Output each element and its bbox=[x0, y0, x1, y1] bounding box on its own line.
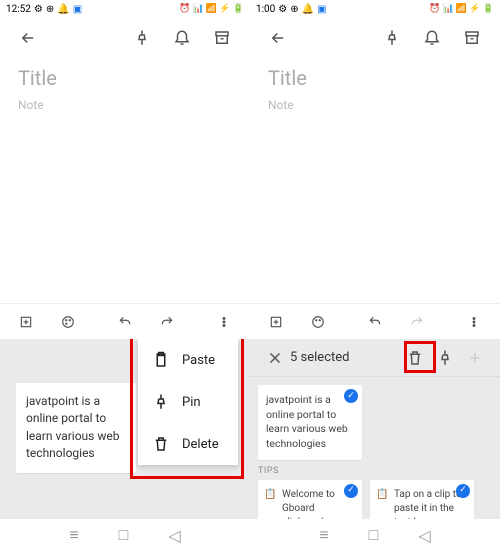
close-icon[interactable] bbox=[260, 343, 290, 373]
clipboard-panel: javatpoint is a online portal to learn v… bbox=[0, 339, 250, 519]
globe-icon: ⊕ bbox=[290, 4, 298, 15]
nav-recent-icon[interactable]: ≡ bbox=[69, 525, 78, 545]
check-icon: ✓ bbox=[344, 484, 358, 498]
gear-icon: ⚙ bbox=[34, 4, 43, 15]
title-input[interactable]: Title bbox=[18, 66, 232, 90]
bell-icon: 🔔 bbox=[302, 4, 314, 15]
status-icons: ⏰ 📊 📶 ⚡ 🔋 bbox=[429, 4, 494, 14]
status-icons: ⏰ 📊 📶 ⚡ 🔋 bbox=[179, 4, 244, 14]
nav-home-icon[interactable]: □ bbox=[369, 525, 379, 545]
globe-icon: ⊕ bbox=[46, 4, 54, 15]
tips-label: TIPS bbox=[258, 466, 492, 476]
archive-icon[interactable] bbox=[206, 22, 238, 54]
note-editor[interactable]: Title Note bbox=[250, 58, 500, 112]
redo-icon bbox=[401, 306, 433, 338]
reminder-icon[interactable] bbox=[416, 22, 448, 54]
nav-back-icon[interactable]: ◁ bbox=[168, 526, 180, 545]
undo-icon[interactable] bbox=[109, 306, 141, 338]
clock: 1:00 bbox=[256, 4, 275, 15]
app-icon: ▣ bbox=[317, 4, 326, 15]
undo-icon[interactable] bbox=[359, 306, 391, 338]
add-clip-icon bbox=[460, 343, 490, 373]
note-input[interactable]: Note bbox=[268, 98, 482, 112]
palette-icon[interactable] bbox=[52, 306, 84, 338]
archive-icon[interactable] bbox=[456, 22, 488, 54]
title-input[interactable]: Title bbox=[268, 66, 482, 90]
check-icon: ✓ bbox=[344, 389, 358, 403]
menu-pin[interactable]: Pin bbox=[138, 381, 238, 423]
editor-bottom-bar bbox=[0, 303, 250, 339]
status-bar: 1:00 ⚙ ⊕ 🔔 ▣ ⏰ 📊 📶 ⚡ 🔋 bbox=[250, 0, 500, 18]
pin-icon[interactable] bbox=[126, 22, 158, 54]
clipboard-icon: 📋 bbox=[376, 488, 390, 502]
bell-icon: 🔔 bbox=[57, 4, 69, 15]
gear-icon: ⚙ bbox=[278, 4, 287, 15]
clipboard-panel: 5 selected javatpoint is a online portal… bbox=[250, 339, 500, 519]
nav-recent-icon[interactable]: ≡ bbox=[319, 525, 328, 545]
tip-item[interactable]: 📋 Welcome to Gboard clipboard, any text … bbox=[258, 480, 362, 519]
note-toolbar bbox=[250, 18, 500, 58]
more-icon[interactable] bbox=[208, 306, 240, 338]
app-icon: ▣ bbox=[73, 4, 82, 15]
screen-left: 12:52 ⚙ ⊕ 🔔 ▣ ⏰ 📊 📶 ⚡ 🔋 Title Note javat… bbox=[0, 0, 250, 551]
menu-paste[interactable]: Paste bbox=[138, 339, 238, 381]
nav-back-icon[interactable]: ◁ bbox=[418, 526, 430, 545]
pin-icon[interactable] bbox=[376, 22, 408, 54]
note-toolbar bbox=[0, 18, 250, 58]
redo-icon[interactable] bbox=[151, 306, 183, 338]
status-bar: 12:52 ⚙ ⊕ 🔔 ▣ ⏰ 📊 📶 ⚡ 🔋 bbox=[0, 0, 250, 18]
note-editor[interactable]: Title Note bbox=[0, 58, 250, 112]
context-menu: Paste Pin Delete bbox=[138, 339, 238, 465]
clipboard-item[interactable]: javatpoint is a online portal to learn v… bbox=[16, 383, 136, 473]
nav-home-icon[interactable]: □ bbox=[119, 525, 129, 545]
selection-bar: 5 selected bbox=[250, 339, 500, 377]
palette-icon[interactable] bbox=[302, 306, 334, 338]
menu-delete[interactable]: Delete bbox=[138, 423, 238, 465]
clipboard-icon: 📋 bbox=[264, 488, 278, 502]
tip-item[interactable]: 📋 Tap on a clip to paste it in the text … bbox=[370, 480, 474, 519]
nav-bar: ≡ □ ◁ bbox=[0, 519, 250, 551]
selection-count: 5 selected bbox=[290, 350, 349, 365]
clipboard-item[interactable]: javatpoint is a online portal to learn v… bbox=[258, 385, 362, 460]
delete-icon[interactable] bbox=[400, 343, 430, 373]
check-icon: ✓ bbox=[456, 484, 470, 498]
clock: 12:52 bbox=[6, 4, 31, 15]
nav-bar: ≡ □ ◁ bbox=[250, 519, 500, 551]
note-input[interactable]: Note bbox=[18, 98, 232, 112]
pin-icon[interactable] bbox=[430, 343, 460, 373]
screen-right: 1:00 ⚙ ⊕ 🔔 ▣ ⏰ 📊 📶 ⚡ 🔋 Title Note 5 sele… bbox=[250, 0, 500, 551]
more-icon[interactable] bbox=[458, 306, 490, 338]
reminder-icon[interactable] bbox=[166, 22, 198, 54]
add-icon[interactable] bbox=[260, 306, 292, 338]
back-icon[interactable] bbox=[262, 22, 294, 54]
add-icon[interactable] bbox=[10, 306, 42, 338]
back-icon[interactable] bbox=[12, 22, 44, 54]
editor-bottom-bar bbox=[250, 303, 500, 339]
